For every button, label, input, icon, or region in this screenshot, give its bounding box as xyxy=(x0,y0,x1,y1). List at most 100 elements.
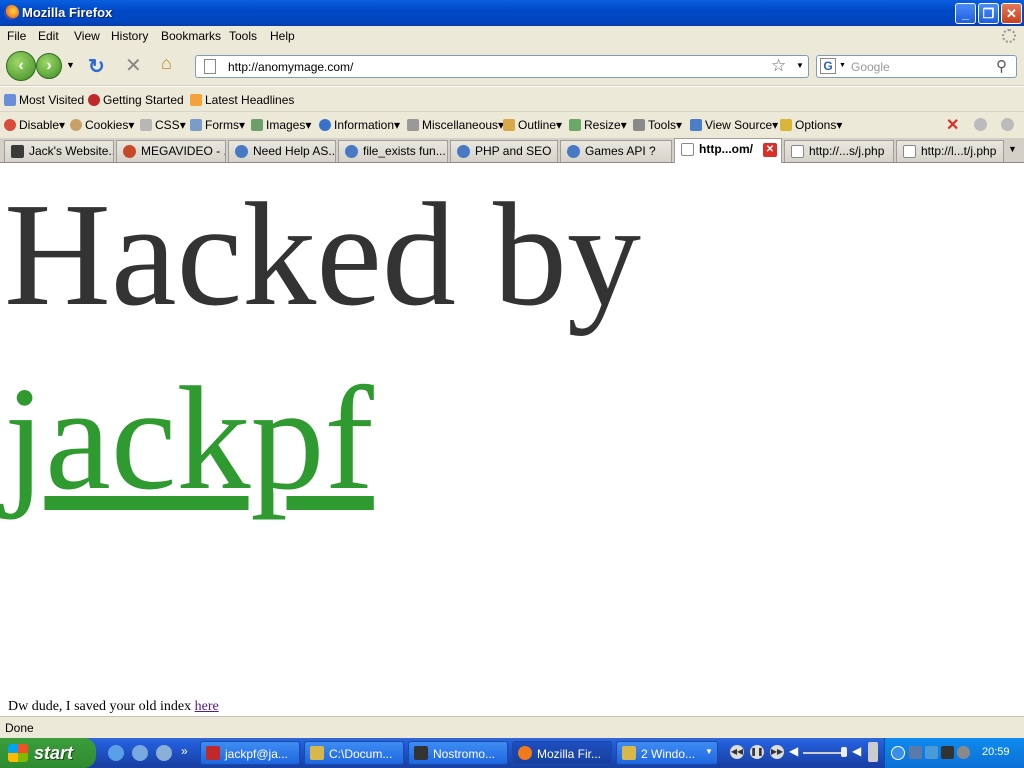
tray-app-icon[interactable] xyxy=(941,746,954,759)
taskbar-label: Nostromo... xyxy=(433,747,496,761)
ie-icon[interactable] xyxy=(108,745,124,761)
tab-favicon xyxy=(11,145,24,158)
back-button[interactable]: ‹ xyxy=(6,51,36,81)
tab[interactable]: file_exists fun... xyxy=(338,140,448,162)
hacker-handle-link[interactable]: jackpf xyxy=(4,358,374,521)
dev-information-menu[interactable]: Information▾ xyxy=(319,118,400,132)
tab-favicon xyxy=(567,145,580,158)
dev-disable-menu[interactable]: Disable▾ xyxy=(4,118,65,132)
windows-logo-icon xyxy=(8,744,28,762)
search-placeholder[interactable]: Google xyxy=(851,60,890,74)
forms-icon xyxy=(190,119,202,131)
disable-icon xyxy=(4,119,16,131)
bookmark-star-icon[interactable]: ☆ xyxy=(771,56,786,76)
tab[interactable]: Games API ? xyxy=(560,140,672,162)
menu-tools[interactable]: Tools xyxy=(229,29,257,43)
history-dropdown-icon[interactable]: ▼ xyxy=(66,60,75,70)
quicklaunch-icon[interactable] xyxy=(156,745,172,761)
media-player-icon[interactable] xyxy=(132,745,148,761)
old-index-link[interactable]: here xyxy=(195,699,219,714)
tab[interactable]: Need Help AS... xyxy=(228,140,336,162)
media-bar-grip-icon[interactable] xyxy=(868,742,878,762)
tray-app-icon[interactable] xyxy=(925,746,938,759)
dev-images-menu[interactable]: Images▾ xyxy=(251,118,311,132)
url-text[interactable]: http://anomymage.com/ xyxy=(228,60,353,74)
dev-menu-label: Options xyxy=(795,118,837,132)
media-next-icon[interactable]: ▶▶ xyxy=(770,745,784,759)
minimize-button[interactable]: _ xyxy=(955,3,976,24)
engine-dropdown-icon[interactable]: ▼ xyxy=(839,62,846,69)
clock[interactable]: 20:59 xyxy=(982,746,1010,758)
bookmark-latest-headlines[interactable]: Latest Headlines xyxy=(190,93,294,107)
start-button[interactable]: start xyxy=(0,738,96,768)
url-dropdown-icon[interactable]: ▼ xyxy=(796,61,804,70)
taskbar-item-active[interactable]: Mozilla Fir... xyxy=(512,741,612,765)
all-tabs-dropdown-icon[interactable]: ▼ xyxy=(1008,144,1017,154)
menu-file[interactable]: File xyxy=(7,29,26,43)
restore-button[interactable]: ❐ xyxy=(978,3,999,24)
images-icon xyxy=(251,119,263,131)
dev-cookies-menu[interactable]: Cookies▾ xyxy=(70,118,134,132)
url-bar[interactable]: http://anomymage.com/ ☆ ▼ xyxy=(195,55,809,78)
tab[interactable]: http://...s/j.php xyxy=(784,140,894,162)
terminal-icon xyxy=(414,746,428,760)
tab-active[interactable]: http...om/ ✕ xyxy=(674,138,782,163)
search-magnifier-icon[interactable]: ⚲ xyxy=(996,57,1007,75)
forward-button[interactable]: › xyxy=(36,53,62,79)
tab-label: http...om/ xyxy=(699,142,753,156)
dev-menu-label: View Source xyxy=(705,118,773,132)
taskbar-item[interactable]: C:\Docum... xyxy=(304,741,404,765)
reload-icon[interactable]: ↻ xyxy=(88,54,105,79)
home-icon[interactable]: ⌂ xyxy=(161,53,172,74)
tab[interactable]: http://l...t/j.php xyxy=(896,140,1004,162)
bookmarks-toolbar: Most Visited Getting Started Latest Head… xyxy=(0,87,1024,111)
dev-view-source-menu[interactable]: View Source▾ xyxy=(690,118,778,132)
web-developer-toolbar: Disable▾ Cookies▾ CSS▾ Forms▾ Images▾ In… xyxy=(0,111,1024,138)
media-previous-icon[interactable]: ◀◀ xyxy=(730,745,744,759)
tab[interactable]: Jack's Website... xyxy=(4,140,114,162)
bookmark-getting-started[interactable]: Getting Started xyxy=(88,93,184,107)
dev-forms-menu[interactable]: Forms▾ xyxy=(190,118,245,132)
bookmark-most-visited[interactable]: Most Visited xyxy=(4,93,84,107)
menu-edit[interactable]: Edit xyxy=(38,29,59,43)
tab[interactable]: MEGAVIDEO - ... xyxy=(116,140,226,162)
close-tab-icon[interactable]: ✕ xyxy=(763,143,777,157)
menu-help[interactable]: Help xyxy=(270,29,295,43)
dev-css-menu[interactable]: CSS▾ xyxy=(140,118,186,132)
tray-app-icon[interactable] xyxy=(957,746,970,759)
footnote-text: Dw dude, I saved your old index xyxy=(8,699,192,714)
close-toolbar-icon[interactable]: ✕ xyxy=(946,115,959,135)
media-pause-icon[interactable]: ❚❚ xyxy=(750,745,764,759)
menu-bookmarks[interactable]: Bookmarks xyxy=(161,29,221,43)
taskbar-item[interactable]: jackpf@ja... xyxy=(200,741,300,765)
dev-resize-menu[interactable]: Resize▾ xyxy=(569,118,627,132)
dev-options-menu[interactable]: Options▾ xyxy=(780,118,842,132)
tray-expand-icon[interactable] xyxy=(891,746,905,760)
tab-favicon xyxy=(235,145,248,158)
volume-max-icon: ◀ xyxy=(852,744,862,758)
bookmark-folder-icon xyxy=(4,94,16,106)
close-button[interactable]: ✕ xyxy=(1001,3,1022,24)
network-icon[interactable] xyxy=(909,746,922,759)
search-bar[interactable]: G ▼ Google ⚲ xyxy=(816,55,1017,78)
taskbar-item[interactable]: Nostromo... xyxy=(408,741,508,765)
folder-icon xyxy=(310,746,324,760)
taskbar-item[interactable]: 2 Windo... ▼ xyxy=(616,741,718,765)
dev-miscellaneous-menu[interactable]: Miscellaneous▾ xyxy=(407,118,504,132)
dev-outline-menu[interactable]: Outline▾ xyxy=(503,118,562,132)
google-engine-icon[interactable]: G xyxy=(820,58,836,74)
menu-view[interactable]: View xyxy=(74,29,100,43)
cookies-icon xyxy=(70,119,82,131)
menu-history[interactable]: History xyxy=(111,29,148,43)
volume-icon[interactable]: ◀ xyxy=(789,744,798,758)
window-title-bar[interactable]: Mozilla Firefox _ ❐ ✕ xyxy=(0,0,1024,26)
dev-tools-menu[interactable]: Tools▾ xyxy=(633,118,682,132)
window-title: Mozilla Firefox xyxy=(22,5,113,20)
dev-menu-label: Forms xyxy=(205,118,239,132)
page-icon xyxy=(681,143,694,156)
stop-icon[interactable]: ✕ xyxy=(125,53,142,78)
tab[interactable]: PHP and SEO xyxy=(450,140,558,162)
volume-slider-thumb[interactable] xyxy=(841,747,847,757)
dev-menu-label: Tools xyxy=(648,118,677,132)
quicklaunch-expand-icon[interactable]: » xyxy=(181,744,188,758)
